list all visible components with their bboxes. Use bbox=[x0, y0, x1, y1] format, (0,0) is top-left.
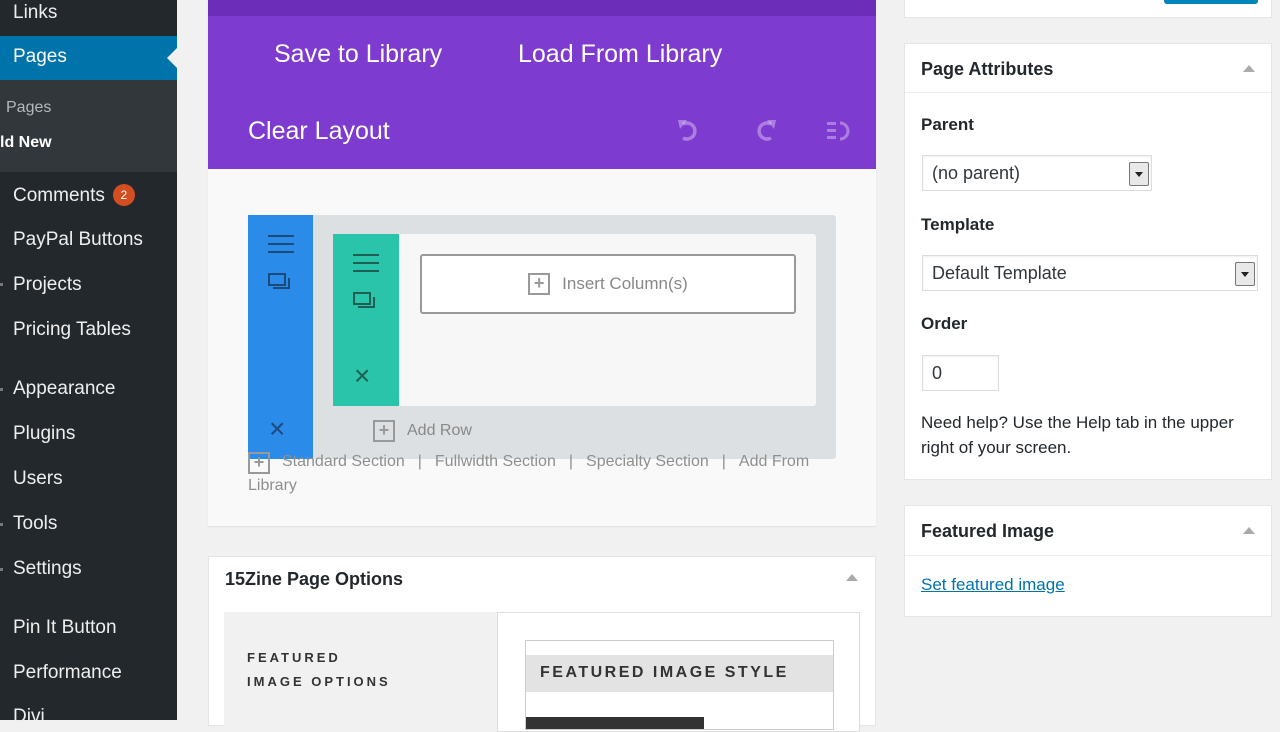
save-to-library-button[interactable]: Save to Library bbox=[274, 40, 442, 69]
separator: | bbox=[568, 453, 574, 470]
zine-page-options-box: 15Zine Page Options FEATURED IMAGE OPTIO… bbox=[208, 556, 876, 732]
sidebar-item-paypal-buttons[interactable]: PayPal Buttons bbox=[13, 229, 143, 251]
box-title: Page Attributes bbox=[921, 59, 1054, 79]
submenu-all-pages[interactable]: Pages bbox=[6, 99, 51, 117]
row-handle[interactable]: × bbox=[333, 234, 399, 406]
sidebar-item-projects[interactable]: Projects bbox=[13, 274, 82, 296]
builder-canvas: × × + Insert Column(s) + Add Row + Stand… bbox=[208, 169, 876, 526]
box-title: 15Zine Page Options bbox=[225, 569, 404, 589]
divi-builder: Save to Library Load From Library Clear … bbox=[208, 0, 876, 526]
comment-count-badge: 2 bbox=[112, 184, 135, 206]
builder-row: × + Insert Column(s) bbox=[333, 234, 816, 406]
box-title: Featured Image bbox=[921, 521, 1055, 541]
chevron-down-icon bbox=[1235, 262, 1255, 286]
standard-section-link[interactable]: Standard Section bbox=[282, 453, 405, 470]
sidebar-item-pricing-tables[interactable]: Pricing Tables bbox=[13, 319, 131, 341]
featured-image-options-tab[interactable]: FEATURED IMAGE OPTIONS bbox=[224, 612, 497, 732]
toolbar-top-strip bbox=[208, 0, 876, 16]
plus-icon: + bbox=[373, 420, 395, 442]
history-icon[interactable] bbox=[826, 119, 850, 143]
builder-toolbar: Save to Library Load From Library Clear … bbox=[208, 0, 876, 169]
featured-image-options-panel: FEATURED IMAGE STYLE bbox=[497, 612, 860, 732]
load-from-library-button[interactable]: Load From Library bbox=[518, 40, 722, 69]
field-heading: FEATURED IMAGE STYLE bbox=[526, 655, 833, 692]
parent-select-value: (no parent) bbox=[932, 163, 1021, 183]
sidebar-item-divi[interactable]: Divi bbox=[13, 706, 45, 728]
specialty-section-link[interactable]: Specialty Section bbox=[586, 453, 709, 470]
redo-icon[interactable] bbox=[753, 118, 777, 144]
fullwidth-section-link[interactable]: Fullwidth Section bbox=[435, 453, 556, 470]
row-menu-icon[interactable] bbox=[353, 254, 379, 278]
clear-layout-button[interactable]: Clear Layout bbox=[248, 117, 390, 146]
featured-image-box: Featured Image Set featured image bbox=[904, 505, 1272, 617]
section-handle[interactable]: × bbox=[248, 215, 313, 459]
sidebar-item-pages[interactable]: Pages bbox=[0, 36, 177, 80]
section-duplicate-icon[interactable] bbox=[268, 273, 290, 289]
submenu-add-new[interactable]: ld New bbox=[0, 134, 52, 152]
admin-sidebar: Links Pages Pages ld New Comments 2 PayPa… bbox=[0, 0, 177, 727]
undo-icon[interactable] bbox=[677, 118, 701, 144]
tab-label-line1: FEATURED bbox=[247, 650, 341, 665]
publish-button[interactable] bbox=[1164, 0, 1258, 4]
parent-label: Parent bbox=[921, 115, 974, 134]
sidebar-item-pin-it-button[interactable]: Pin It Button bbox=[13, 617, 117, 639]
add-row-label: Add Row bbox=[407, 422, 472, 439]
sidebar-item-appearance[interactable]: Appearance bbox=[13, 378, 115, 400]
tab-label: FEATURED IMAGE OPTIONS bbox=[247, 646, 391, 694]
plus-icon: + bbox=[248, 452, 270, 474]
add-section-links: + Standard Section | Fullwidth Section | Spe… bbox=[248, 450, 838, 498]
collapse-arrow-icon[interactable] bbox=[846, 574, 858, 581]
bullet-icon bbox=[0, 283, 3, 286]
separator: | bbox=[721, 453, 726, 470]
collapse-arrow-icon[interactable] bbox=[1243, 65, 1255, 72]
sidebar-item-plugins[interactable]: Plugins bbox=[13, 423, 75, 445]
template-label: Template bbox=[921, 215, 995, 234]
section-menu-icon[interactable] bbox=[268, 235, 294, 259]
featured-image-style-field: FEATURED IMAGE STYLE bbox=[525, 640, 834, 730]
pages-submenu: Pages ld New bbox=[0, 80, 177, 172]
bullet-icon bbox=[0, 568, 3, 571]
help-text: Need help? Use the Help tab in the upper… bbox=[921, 413, 1234, 457]
sidebar-item-label: Comments bbox=[13, 185, 105, 206]
tab-label-line2: IMAGE OPTIONS bbox=[247, 674, 391, 689]
separator: | bbox=[417, 453, 422, 470]
insert-columns-button[interactable]: + Insert Column(s) bbox=[420, 254, 796, 314]
collapse-arrow-icon[interactable] bbox=[1243, 527, 1255, 534]
row-delete-icon[interactable]: × bbox=[354, 362, 370, 390]
active-arrow-icon bbox=[167, 48, 177, 68]
divider bbox=[905, 555, 1271, 556]
sidebar-item-tools[interactable]: Tools bbox=[13, 513, 57, 535]
sidebar-item-users[interactable]: Users bbox=[13, 468, 63, 490]
plus-icon: + bbox=[528, 273, 551, 295]
section-delete-icon[interactable]: × bbox=[269, 415, 285, 443]
template-select-value: Default Template bbox=[932, 263, 1067, 283]
style-option-bar[interactable] bbox=[526, 717, 704, 729]
row-duplicate-icon[interactable] bbox=[353, 292, 375, 308]
bullet-icon bbox=[0, 388, 3, 391]
insert-columns-label: Insert Column(s) bbox=[562, 274, 688, 293]
publish-box bbox=[904, 0, 1272, 18]
sidebar-item-performance[interactable]: Performance bbox=[13, 662, 122, 684]
standard-section: × × + Insert Column(s) + Add Row bbox=[248, 215, 836, 459]
order-input[interactable]: 0 bbox=[922, 355, 999, 391]
template-select[interactable]: Default Template bbox=[922, 255, 1258, 291]
sidebar-item-label: Pages bbox=[13, 46, 67, 67]
chevron-down-icon bbox=[1129, 162, 1149, 186]
set-featured-image-link[interactable]: Set featured image bbox=[921, 575, 1065, 595]
sidebar-item-settings[interactable]: Settings bbox=[13, 558, 82, 580]
bullet-icon bbox=[0, 523, 3, 526]
order-label: Order bbox=[921, 314, 968, 333]
add-row-button[interactable]: + Add Row bbox=[373, 420, 472, 442]
divider bbox=[905, 92, 1271, 93]
parent-select[interactable]: (no parent) bbox=[922, 155, 1152, 191]
sidebar-item-comments[interactable]: Comments 2 bbox=[13, 184, 135, 207]
page-attributes-box: Page Attributes Parent (no parent) Templ… bbox=[904, 43, 1272, 480]
sidebar-item-links[interactable]: Links bbox=[13, 2, 57, 24]
